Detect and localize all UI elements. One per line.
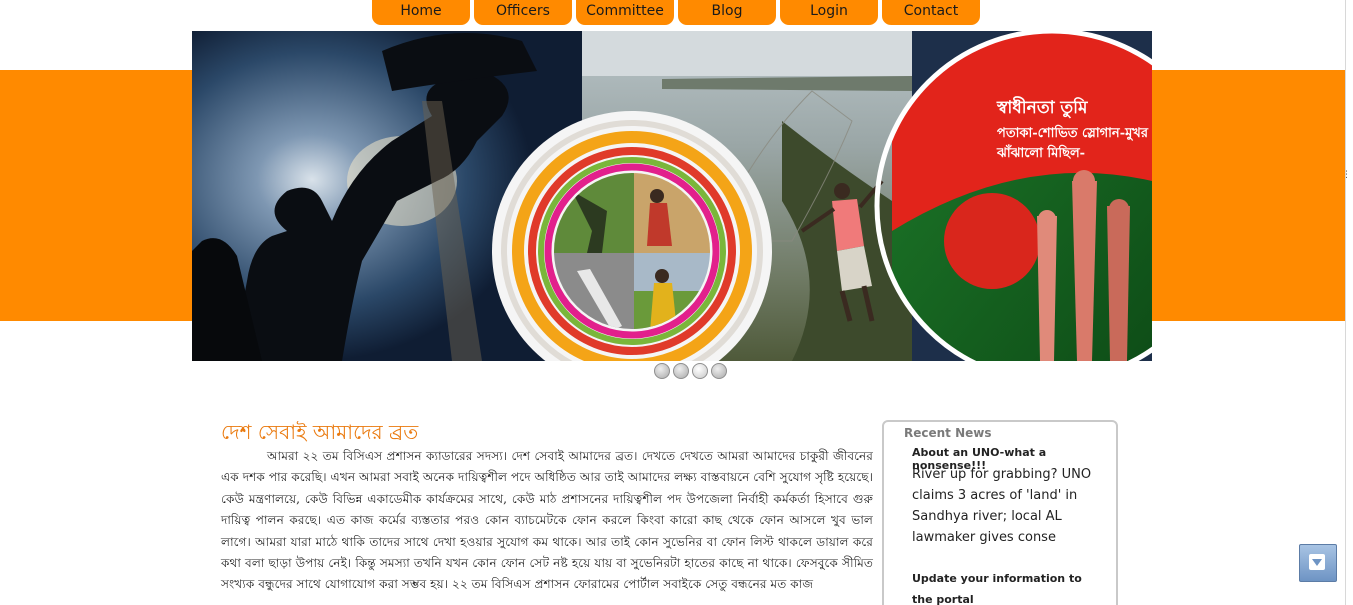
scroll-down-button[interactable] (1299, 544, 1337, 582)
nav-contact[interactable]: Contact (882, 0, 980, 25)
page: Home Officers Committee Blog Login Conta… (0, 0, 1353, 605)
hero-banner-slideshow[interactable]: স্বাধীনতা তুমি পতাকা-শোভিত স্লোগান-মুখর … (192, 31, 1152, 361)
slogan-line-2: পতাকা-শোভিত স্লোগান-মুখর (997, 124, 1149, 142)
news-item-2-title[interactable]: Update your information to the portal (912, 568, 1102, 605)
slide-dot-2[interactable] (673, 363, 689, 379)
top-navigation: Home Officers Committee Blog Login Conta… (372, 0, 980, 25)
river-sky (582, 31, 912, 76)
nav-home[interactable]: Home (372, 0, 470, 25)
arrow-down-icon (1309, 554, 1325, 570)
nav-login[interactable]: Login (780, 0, 878, 25)
slide-dot-3[interactable] (692, 363, 708, 379)
slide-dot-1[interactable] (654, 363, 670, 379)
banner-collage: স্বাধীনতা তুমি পতাকা-শোভিত স্লোগান-মুখর … (192, 31, 1152, 361)
page-scrollbar[interactable] (1345, 0, 1353, 605)
resize-grip-icon: ⋮ (1342, 170, 1351, 180)
slogan-line-3: ঝাঁঝালো মিছিল- (996, 144, 1085, 161)
nav-committee[interactable]: Committee (576, 0, 674, 25)
nav-blog[interactable]: Blog (678, 0, 776, 25)
slide-dot-4[interactable] (711, 363, 727, 379)
nav-officers[interactable]: Officers (474, 0, 572, 25)
news-item-1-body: River up for grabbing? UNO claims 3 acre… (912, 467, 1092, 545)
slideshow-pager (654, 363, 727, 379)
intro-paragraph: আমরা ২২ তম বিসিএস প্রশাসন ক্যাডারের সদস্… (221, 449, 873, 592)
slogan-line-1: স্বাধীনতা তুমি (996, 96, 1088, 119)
recent-news-box: Recent News About an UNO-what a nonsense… (882, 420, 1118, 605)
recent-news-heading: Recent News (904, 426, 992, 440)
